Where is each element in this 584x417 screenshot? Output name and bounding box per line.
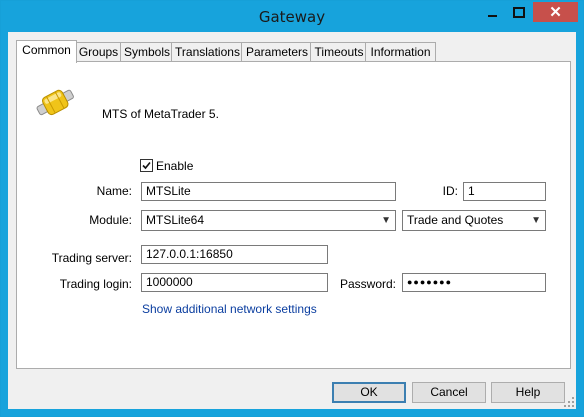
show-network-settings-link[interactable]: Show additional network settings (142, 302, 317, 316)
tab-parameters[interactable]: Parameters (241, 42, 313, 62)
tab-common[interactable]: Common (16, 40, 77, 63)
cancel-button[interactable]: Cancel (412, 382, 486, 403)
tab-information[interactable]: Information (365, 42, 436, 62)
name-field[interactable]: MTSLite (141, 182, 396, 201)
common-tab-panel: MTS of MetaTrader 5. Enable Name: MTSLit… (16, 61, 571, 369)
ok-button[interactable]: OK (332, 382, 406, 403)
gateway-description: MTS of MetaTrader 5. (102, 107, 219, 121)
tab-groups[interactable]: Groups (74, 42, 123, 62)
tab-timeouts[interactable]: Timeouts (310, 42, 368, 62)
name-label: Name: (96, 184, 132, 198)
help-button[interactable]: Help (491, 382, 565, 403)
trading-login-label: Trading login: (59, 277, 132, 291)
tab-translations[interactable]: Translations (171, 42, 244, 62)
trading-server-label: Trading server: (51, 251, 132, 265)
module-label: Module: (89, 213, 132, 227)
title-bar[interactable]: Gateway ✕ (1, 1, 583, 33)
gateway-connector-icon (36, 89, 74, 116)
id-label: ID: (442, 184, 458, 198)
chevron-down-icon: ▼ (531, 215, 541, 226)
checkmark-icon (142, 161, 151, 170)
minimize-icon (487, 14, 497, 17)
password-field[interactable]: ●●●●●●● (402, 273, 546, 292)
maximize-icon (513, 6, 525, 18)
close-icon: ✕ (549, 4, 562, 21)
gateway-window: Gateway ✕ Common Groups Symbols Translat… (0, 0, 584, 417)
id-field[interactable]: 1 (463, 182, 546, 201)
trading-login-field[interactable]: 1000000 (141, 273, 328, 292)
module-select-value: MTSLite64 (146, 213, 205, 227)
password-label: Password: (339, 277, 396, 291)
close-button[interactable]: ✕ (533, 2, 578, 22)
minimize-button[interactable] (479, 2, 505, 22)
maximize-button[interactable] (506, 2, 532, 22)
chevron-down-icon: ▼ (381, 215, 391, 226)
module-select[interactable]: MTSLite64 ▼ (141, 210, 396, 231)
enable-checkbox[interactable] (140, 159, 153, 172)
mode-select-value: Trade and Quotes (407, 213, 504, 227)
resize-grip-icon[interactable] (564, 397, 574, 407)
dialog-client-area: Common Groups Symbols Translations Param… (8, 32, 576, 409)
enable-label: Enable (156, 159, 194, 173)
mode-select[interactable]: Trade and Quotes ▼ (402, 210, 546, 231)
trading-server-field[interactable]: 127.0.0.1:16850 (141, 245, 328, 264)
tab-symbols[interactable]: Symbols (120, 42, 174, 62)
